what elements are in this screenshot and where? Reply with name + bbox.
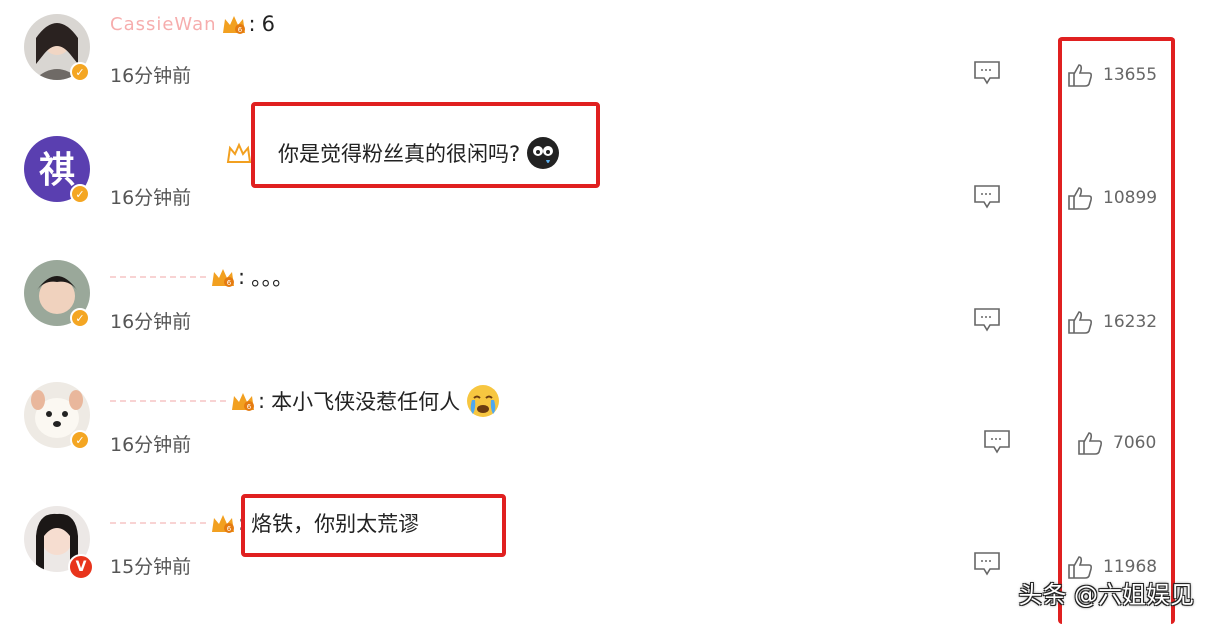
timestamp: 16分钟前 [110,65,192,87]
comment-line: 6 : 本小飞侠没惹任何人 [110,384,500,418]
username[interactable] [110,522,206,524]
svg-text:6: 6 [227,525,232,533]
reply-icon[interactable] [973,184,1001,210]
reply-icon[interactable] [983,429,1011,455]
verified-badge-icon: ✓ [70,184,90,204]
timestamp: 16分钟前 [110,311,192,333]
comment-text: 本小飞侠没惹任何人 [271,390,461,414]
comment-line: CassieWan 6 : 6 [110,12,275,36]
comment-text: 6 [261,12,275,36]
reply-icon[interactable] [973,551,1001,577]
verified-badge-icon: ✓ [70,308,90,328]
username[interactable]: CassieWan [110,14,217,35]
verified-badge-icon: ✓ [70,62,90,82]
watermark: 头条 @六姐娱见 [1018,581,1194,609]
reply-icon[interactable] [973,307,1001,333]
crown-badge-icon: 6 [230,390,256,412]
svg-text:6: 6 [237,26,242,34]
timestamp: 15分钟前 [110,556,192,578]
reply-icon[interactable] [973,60,1001,86]
timestamp: 16分钟前 [110,434,192,456]
crown-badge-icon [226,142,252,164]
svg-text:6: 6 [227,279,232,287]
colon: : [258,389,266,413]
crown-badge-icon: 6 [221,13,247,35]
comment-item: 祺 ✓ 你是觉得粉丝真的很闲吗? 16分钟前 10899 [0,124,1216,248]
verified-badge-icon: ✓ [70,430,90,450]
comment-text: 。。。 [251,266,294,290]
comment-item: ✓ CassieWan 6 : 6 16分钟前 13655 [0,0,1216,124]
crown-badge-icon: 6 [210,266,236,288]
colon: : [238,265,246,289]
comment-item: ✓ 6 : 本小飞侠没惹任何人 16分钟前 7060 [0,372,1216,496]
svg-text:6: 6 [247,403,252,411]
highlight-box-comment-5 [241,494,506,557]
timestamp: 16分钟前 [110,187,192,209]
comment-item: ✓ 6 : 。。。 16分钟前 16232 [0,248,1216,372]
username[interactable] [110,400,226,402]
svg-text:祺: 祺 [39,149,75,191]
highlight-box-like-counts [1058,37,1175,624]
comment-line: 6 : 。。。 [110,262,293,292]
crown-badge-icon: 6 [210,512,236,534]
username[interactable] [110,276,206,278]
crying-face-emoji-icon [466,384,500,418]
colon: : [248,12,256,36]
verified-badge-icon: V [68,554,94,580]
highlight-box-comment-2 [251,102,600,188]
